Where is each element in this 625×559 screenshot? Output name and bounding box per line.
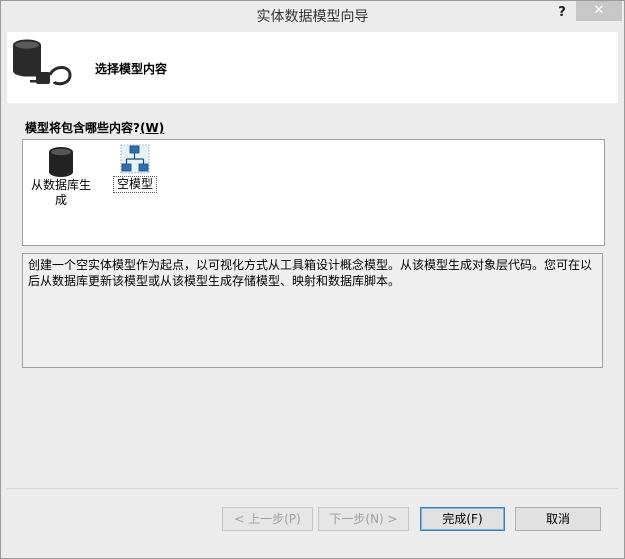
prompt-accelerator: (W) <box>139 121 165 135</box>
page-title: 选择模型内容 <box>95 62 168 76</box>
finish-button[interactable]: 完成(F) <box>420 507 505 531</box>
title-bar[interactable]: 实体数据模型向导 ? ✕ <box>1 1 624 30</box>
option-label: 空模型 <box>113 176 157 193</box>
database-plug-icon <box>13 39 72 86</box>
next-button[interactable]: 下一步(N) > <box>318 507 409 531</box>
cancel-button[interactable]: 取消 <box>515 507 601 531</box>
model-contents-list[interactable]: 从数据库生成 空模型 <box>22 139 605 246</box>
close-button[interactable]: ✕ <box>576 1 622 21</box>
empty-model-icon <box>120 144 150 174</box>
option-empty-model[interactable]: 空模型 <box>113 144 157 193</box>
window-title: 实体数据模型向导 <box>256 9 369 25</box>
back-button[interactable]: < 上一步(P) <box>222 507 313 531</box>
option-label: 从数据库生成 <box>30 178 91 207</box>
prompt-text: 模型将包含哪些内容? <box>25 121 140 135</box>
content-prompt-label: 模型将包含哪些内容?(W) <box>25 119 164 136</box>
wizard-window: 实体数据模型向导 ? ✕ 选择模型内容 模型将包含哪些内容?(W) 从数据库生成 <box>0 0 625 559</box>
database-icon <box>49 147 73 177</box>
option-description: 创建一个空实体模型作为起点，以可视化方式从工具箱设计概念模型。从该模型生成对象层… <box>22 253 603 368</box>
wizard-header: 选择模型内容 <box>7 32 618 103</box>
footer-divider <box>7 488 618 489</box>
help-button[interactable]: ? <box>549 3 575 25</box>
option-generate-from-database[interactable]: 从数据库生成 <box>28 146 94 208</box>
